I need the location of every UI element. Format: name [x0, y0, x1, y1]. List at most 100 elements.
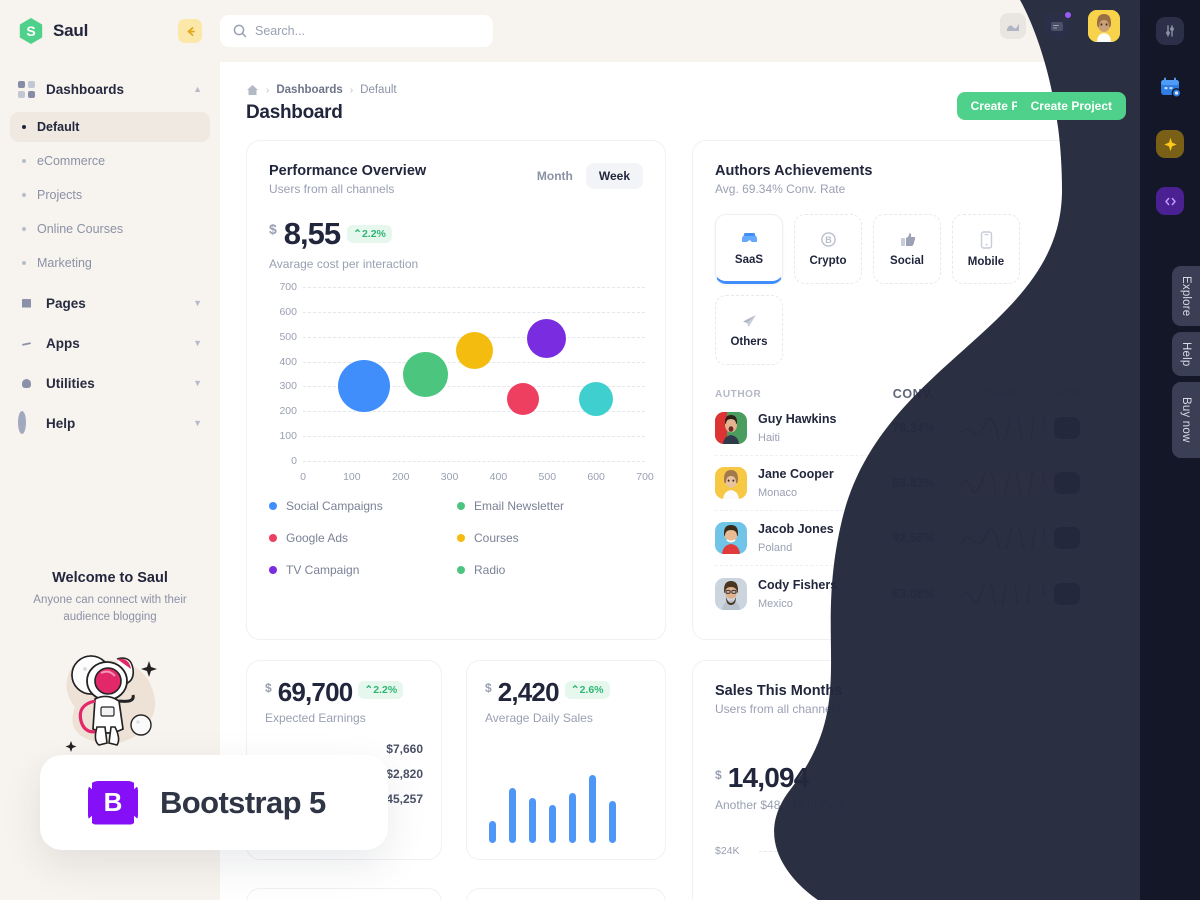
bubble-chart: 700 600 500 400 300 200 100 0 0 100 200 300 400 500 60…: [269, 281, 653, 487]
rail-tab-explore[interactable]: Explore: [1172, 266, 1200, 326]
authors-achievements-card: Authors Achievements Avg. 69.34% Conv. R…: [692, 140, 1112, 640]
segment-month[interactable]: Month: [524, 163, 586, 189]
analytics-icon[interactable]: [1000, 13, 1026, 39]
bubble-point[interactable]: [526, 318, 566, 358]
sidebar-item-default[interactable]: Default: [10, 112, 210, 142]
home-icon[interactable]: [246, 84, 259, 96]
arrow-right-icon[interactable]: →: [1054, 472, 1081, 494]
bar[interactable]: [489, 821, 496, 843]
lifebuoy-icon: [18, 410, 35, 434]
sparkline: [960, 527, 1046, 549]
range-segmented-control: Month Week: [524, 163, 643, 189]
bar[interactable]: [509, 788, 516, 843]
bubble-point[interactable]: [338, 360, 391, 413]
category-mobile[interactable]: Mobile: [952, 214, 1020, 284]
author-country: Poland: [758, 542, 793, 554]
bar[interactable]: [529, 798, 536, 843]
messages-icon[interactable]: [1044, 12, 1071, 39]
avatar: [715, 577, 747, 610]
bootstrap-logo-icon: B: [88, 780, 138, 825]
avatar: [715, 522, 747, 554]
arrow-right-icon[interactable]: →: [1054, 417, 1081, 439]
astronaut-illustration: [22, 637, 198, 757]
create-project-button[interactable]: Create Project: [1016, 92, 1126, 120]
bubble-point[interactable]: [506, 383, 539, 416]
search-bar[interactable]: Search...: [220, 15, 493, 47]
category-saas[interactable]: SaaS: [715, 214, 783, 284]
arrow-right-icon[interactable]: →: [1054, 527, 1081, 549]
code-icon[interactable]: [1156, 187, 1184, 215]
legend-item[interactable]: Courses: [457, 531, 645, 545]
bullet-icon: [22, 159, 26, 163]
sidebar-group-utilities[interactable]: Utilities ▼: [0, 366, 220, 400]
calendar-icon[interactable]: [1156, 73, 1184, 101]
sidebar-item-ecommerce[interactable]: eCommerce: [10, 146, 210, 176]
legend-item[interactable]: Radio: [457, 563, 645, 577]
table-row[interactable]: Jacob Jones Poland 92.56% →: [715, 511, 1089, 566]
search-input[interactable]: Search...: [255, 24, 305, 38]
user-avatar[interactable]: [1088, 10, 1120, 42]
category-label: SaaS: [734, 253, 764, 266]
earnings-metric: $ 69,700 ⌃2.2%: [265, 679, 423, 705]
gridline: [303, 311, 645, 313]
average-daily-sales-card: $ 2,420 ⌃2.6% Average Daily Sales: [466, 660, 666, 860]
legend-item[interactable]: Email Newsletter: [457, 499, 645, 513]
sidebar-group-dashboards[interactable]: Dashboards ▲: [0, 72, 220, 106]
bar[interactable]: [609, 801, 616, 843]
sidebar-item-marketing[interactable]: Marketing: [10, 248, 210, 278]
chevron-up-icon: ▲: [193, 83, 202, 94]
bar[interactable]: [589, 775, 596, 843]
category-label: Others: [730, 335, 768, 348]
sidebar-item-projects[interactable]: Projects: [10, 180, 210, 210]
category-label: Mobile: [967, 255, 1005, 268]
category-social[interactable]: Social: [873, 214, 941, 284]
sidebar-item-label: Marketing: [37, 256, 92, 270]
category-crypto[interactable]: B Crypto: [794, 214, 862, 284]
sidebar-group-pages[interactable]: Pages ▼: [0, 286, 220, 320]
breadcrumb-item-dashboards[interactable]: Dashboards: [276, 84, 342, 96]
card-title: Sales This Months: [715, 683, 843, 699]
sparkline: [960, 472, 1046, 494]
chevron-down-icon: ▼: [193, 297, 202, 308]
delta-badge: ⌃2.2%: [347, 225, 392, 243]
table-row[interactable]: Jane Cooper Monaco 63.83% →: [715, 456, 1089, 511]
rail-tab-help[interactable]: Help: [1172, 332, 1200, 376]
table-row[interactable]: Cody Fishers Mexico 63.08% →: [715, 566, 1089, 621]
y-axis-tick: 300: [279, 380, 297, 393]
pages-icon: [18, 295, 35, 312]
more-dots-icon[interactable]: [1073, 157, 1095, 179]
breadcrumb-item-default[interactable]: Default: [360, 84, 396, 96]
sliders-icon[interactable]: [1156, 17, 1184, 45]
more-dots-icon[interactable]: [1073, 677, 1095, 699]
sidebar-collapse-button[interactable]: [178, 19, 202, 43]
sparkle-icon[interactable]: [1156, 130, 1184, 158]
bullet-icon: [22, 261, 26, 265]
category-others[interactable]: Others: [715, 295, 783, 365]
bubble-point[interactable]: [455, 332, 493, 370]
svg-text:B: B: [825, 235, 832, 245]
delta-badge: ⌃2.2%: [358, 681, 404, 699]
sidebar-group-apps[interactable]: Apps ▼: [0, 326, 220, 360]
arrow-right-icon[interactable]: →: [1054, 582, 1081, 605]
sidebar-group-help[interactable]: Help ▼: [0, 406, 220, 440]
legend-item[interactable]: Social Campaigns: [269, 499, 457, 513]
bubble-point[interactable]: [402, 351, 448, 397]
bullet-icon: [22, 227, 26, 231]
sales-area-chart: $24K $20.5K: [715, 845, 1089, 900]
sales-month-metric: $ 14,094: [715, 764, 1089, 792]
legend-item[interactable]: TV Campaign: [269, 563, 457, 577]
segment-week[interactable]: Week: [585, 163, 643, 189]
rail-tab-buy-now[interactable]: Buy now: [1172, 382, 1200, 458]
paper-plane-icon: [743, 314, 756, 327]
bar[interactable]: [569, 793, 576, 843]
table-row[interactable]: Guy Hawkins Haiti 78.34% →: [715, 401, 1089, 456]
legend-item[interactable]: Google Ads: [269, 531, 457, 545]
sidebar-item-online-courses[interactable]: Online Courses: [10, 214, 210, 244]
x-axis-tick: 500: [538, 471, 557, 483]
breadcrumb-separator: ›: [349, 84, 354, 96]
x-axis-tick: 600: [587, 471, 605, 483]
sidebar-group-label: Dashboards: [46, 81, 125, 97]
daily-sales-metric: $ 2,420 ⌃2.6%: [485, 679, 647, 705]
bar[interactable]: [549, 805, 556, 843]
chevron-down-icon: ▼: [193, 417, 202, 428]
